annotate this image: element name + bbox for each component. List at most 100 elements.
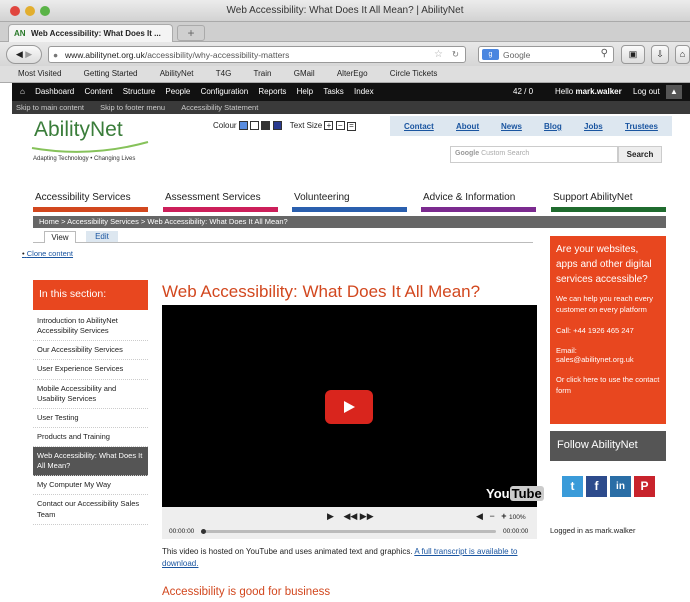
nav-accessibility-services[interactable]: Accessibility Services xyxy=(35,192,131,203)
bookmark-getting-started[interactable]: Getting Started xyxy=(84,66,138,78)
section-item-user-testing[interactable]: User Testing xyxy=(33,409,148,428)
browser-tab[interactable]: AN Web Accessibility: What Does It ... xyxy=(8,24,173,42)
promo-email[interactable]: sales@abilitynet.org.uk xyxy=(556,355,660,364)
text-size-increase-button[interactable]: + xyxy=(324,121,334,130)
facebook-icon[interactable]: f xyxy=(586,476,607,497)
rewind-icon[interactable]: ◀◀ xyxy=(343,511,357,521)
admin-menu-tasks[interactable]: Tasks xyxy=(323,83,343,96)
play-control-icon[interactable]: ▶ xyxy=(327,511,334,521)
breadcrumb[interactable]: Home > Accessibility Services > Web Acce… xyxy=(33,216,666,228)
tab-label: Web Accessibility: What Does It ... xyxy=(31,29,161,38)
site-search-input[interactable]: Google Custom Search xyxy=(450,146,618,163)
admin-menu-dashboard[interactable]: Dashboard xyxy=(35,83,74,96)
twitter-icon[interactable]: t xyxy=(562,476,583,497)
bookmark-circle-tickets[interactable]: Circle Tickets xyxy=(390,66,438,78)
promo-box[interactable]: Are your websites, apps and other digita… xyxy=(550,236,666,424)
nav-volunteering[interactable]: Volunteering xyxy=(294,192,350,203)
search-engine-label: Google xyxy=(503,50,531,60)
progress-handle[interactable] xyxy=(201,529,206,534)
skip-main-link[interactable]: Skip to main content xyxy=(12,101,84,112)
admin-menu-content[interactable]: Content xyxy=(84,83,112,96)
linkedin-icon[interactable]: in xyxy=(610,476,631,497)
abilitynet-favicon-icon: AN xyxy=(14,29,26,38)
bookmark-train[interactable]: Train xyxy=(254,66,272,78)
youtube-logo-tube: Tube xyxy=(509,486,544,501)
nav-bar-advice xyxy=(421,207,536,212)
logout-link[interactable]: Log out xyxy=(633,87,660,96)
url-domain: www.abilitynet.org.uk xyxy=(65,50,145,60)
contact-link[interactable]: Contact xyxy=(404,122,434,131)
bookmark-alterego[interactable]: AlterEgo xyxy=(337,66,368,78)
text-size-decrease-button[interactable]: − xyxy=(335,121,345,130)
admin-menu-index[interactable]: Index xyxy=(354,83,374,96)
admin-menu-reports[interactable]: Reports xyxy=(258,83,286,96)
admin-greeting: Hello mark.walker xyxy=(555,87,622,96)
tab-view[interactable]: View xyxy=(44,231,76,243)
jobs-link[interactable]: Jobs xyxy=(584,122,603,131)
promo-phone: Call: +44 1926 465 247 xyxy=(556,326,634,335)
text-size-reset-button[interactable]: = xyxy=(346,122,356,131)
home-icon: ⌂ xyxy=(679,49,686,59)
progress-track[interactable] xyxy=(201,530,496,533)
section-item-introduction[interactable]: Introduction to AbilityNet Accessibility… xyxy=(33,312,148,342)
news-link[interactable]: News xyxy=(501,122,522,131)
home-button[interactable]: ⌂ xyxy=(675,45,690,64)
bookmark-gmail[interactable]: GMail xyxy=(294,66,315,78)
blog-link[interactable]: Blog xyxy=(544,122,562,131)
url-input[interactable]: ● www.abilitynet.org.uk/accessibility/wh… xyxy=(48,46,466,63)
admin-menu-structure[interactable]: Structure xyxy=(123,83,155,96)
magnifier-icon[interactable]: ⚲ xyxy=(601,48,608,59)
tab-edit[interactable]: Edit xyxy=(86,231,118,242)
nav-support-abilitynet[interactable]: Support AbilityNet xyxy=(553,192,633,203)
colour-scheme-navy-button[interactable] xyxy=(272,121,282,131)
colour-scheme-blue-button[interactable] xyxy=(238,121,248,131)
speaker-icon[interactable]: ◀ xyxy=(476,511,483,521)
bookmark-abilitynet[interactable]: AbilityNet xyxy=(160,66,194,78)
section-item-contact-sales[interactable]: Contact our Accessibility Sales Team xyxy=(33,495,148,525)
new-tab-button[interactable]: + xyxy=(177,25,205,41)
pinterest-icon[interactable]: P xyxy=(634,476,655,497)
trustees-link[interactable]: Trustees xyxy=(625,122,658,131)
admin-counter[interactable]: 42 / 0 xyxy=(513,87,533,96)
play-button[interactable] xyxy=(325,390,373,424)
nav-assessment-services[interactable]: Assessment Services xyxy=(165,192,261,203)
downloads-button[interactable]: ⇩ xyxy=(651,45,669,64)
google-icon[interactable]: g xyxy=(482,49,499,60)
promo-body: We can help you reach every customer on … xyxy=(556,294,653,314)
admin-menu-configuration[interactable]: Configuration xyxy=(201,83,249,96)
nav-advice-information[interactable]: Advice & Information xyxy=(423,192,515,203)
promo-contact-form[interactable]: Or click here to use the contact form xyxy=(556,375,660,396)
back-forward-button[interactable]: ◀ ▶ xyxy=(6,45,42,64)
fast-forward-icon[interactable]: ▶▶ xyxy=(360,511,374,521)
about-link[interactable]: About xyxy=(456,122,479,131)
section-item-products-training[interactable]: Products and Training xyxy=(33,428,148,447)
admin-menu-help[interactable]: Help xyxy=(297,83,313,96)
globe-icon: ● xyxy=(53,50,59,60)
clone-content-link[interactable]: • Clone content xyxy=(22,249,73,258)
admin-menu-people[interactable]: People xyxy=(165,83,190,96)
play-icon xyxy=(344,401,355,413)
accessibility-statement-link[interactable]: Accessibility Statement xyxy=(177,101,258,112)
section-item-web-accessibility-active[interactable]: Web Accessibility: What Does It All Mean… xyxy=(33,447,148,477)
reload-icon[interactable]: ↻ xyxy=(452,49,459,60)
home-icon[interactable]: ⌂ xyxy=(20,83,25,96)
section-item-ux-services[interactable]: User Experience Services xyxy=(33,360,148,380)
toggle-shortcuts-button[interactable]: ▲ xyxy=(666,85,682,99)
skip-footer-link[interactable]: Skip to footer menu xyxy=(96,101,165,112)
search-engine-input[interactable]: g Google ⚲ xyxy=(478,46,614,63)
colour-scheme-black-button[interactable] xyxy=(261,121,271,131)
section-item-my-computer[interactable]: My Computer My Way xyxy=(33,476,148,496)
section-item-our-services[interactable]: Our Accessibility Services xyxy=(33,341,148,361)
bookmarks-bar: Most Visited Getting Started AbilityNet … xyxy=(0,66,690,83)
site-search-button[interactable]: Search xyxy=(618,146,662,163)
bookmark-t4g[interactable]: T4G xyxy=(216,66,232,78)
youtube-logo[interactable]: You Tube xyxy=(486,486,544,501)
colour-scheme-white-button[interactable] xyxy=(250,121,260,131)
volume-up-icon[interactable]: + xyxy=(501,511,506,521)
bookmark-most-visited[interactable]: Most Visited xyxy=(18,66,61,78)
section-item-mobile[interactable]: Mobile Accessibility and Usability Servi… xyxy=(33,380,148,409)
site-logo[interactable]: AbilityNet xyxy=(34,118,123,142)
screenshot-button[interactable]: ▣ xyxy=(621,45,645,64)
volume-down-icon[interactable]: − xyxy=(489,511,494,521)
bookmark-star-icon[interactable]: ☆ xyxy=(434,49,443,60)
